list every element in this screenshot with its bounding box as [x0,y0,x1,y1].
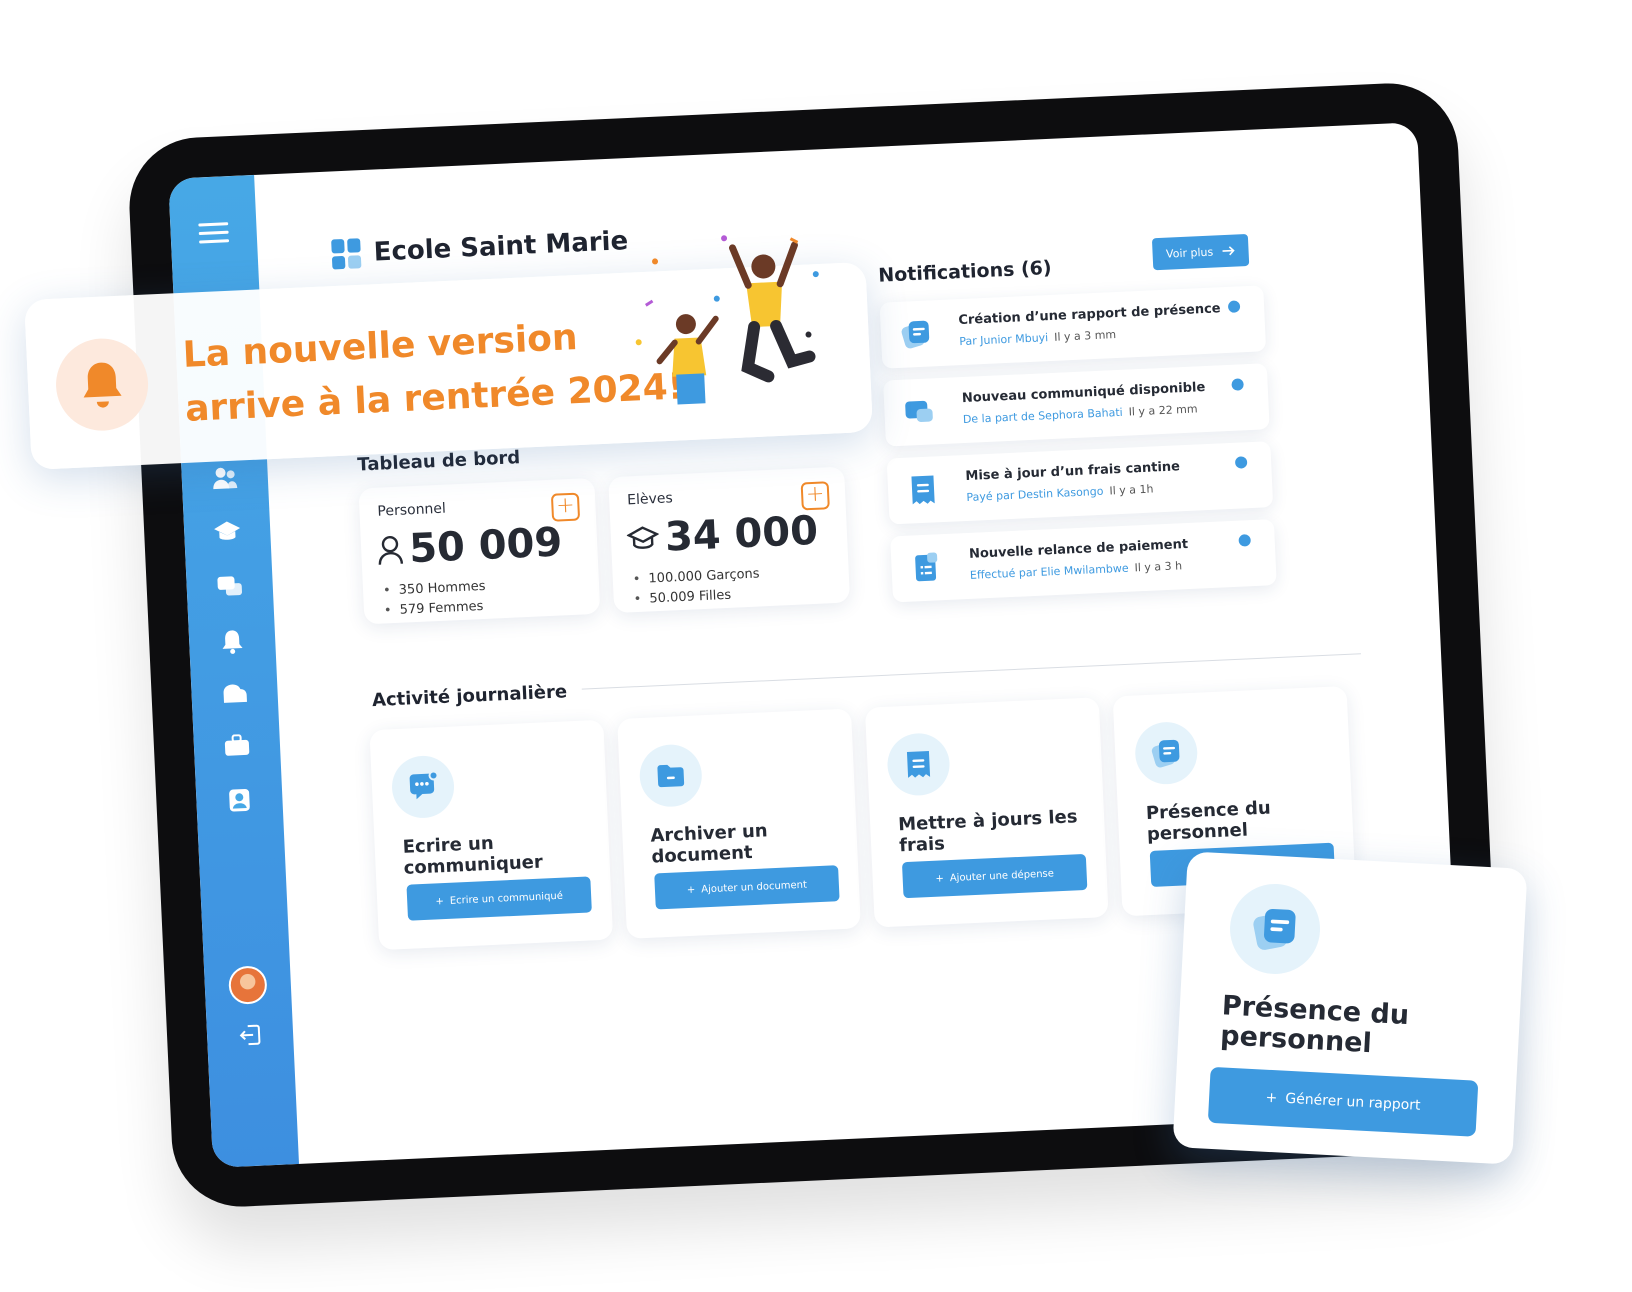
report-icon [1227,881,1323,977]
chat-icon [390,754,456,820]
cloud-folder-icon[interactable] [191,680,278,706]
notification-meta: Effectué par Elie Mwilambwe Il y a 3 h [970,559,1183,582]
button-label: Générer un rapport [1284,1090,1421,1114]
add-expense-button[interactable]: + Ajouter une dépense [901,853,1088,899]
activity-card-fees: Mettre à jours les frais + Ajouter une dé… [864,697,1109,928]
notification-author: De la part de Sephora Bahati [962,405,1123,427]
school-name: Ecole Saint Marie [373,226,629,268]
write-communique-button[interactable]: + Ecrire un communiqué [406,876,592,921]
unread-dot [1238,534,1251,547]
notification-meta: Par Junior Mbuyi Il y a 3 mm [959,328,1116,348]
notification-author: Payé par Destin Kasongo [966,484,1104,504]
activity-title: Mettre à jours les frais [897,806,1078,857]
stat-details: 100.000 Garçons 50.009 Filles [632,564,760,610]
see-more-label: Voir plus [1165,245,1214,261]
stat-value-row: 34 000 [626,508,819,563]
graduation-cap-icon [626,526,660,549]
notification-time: Il y a 3 mm [1053,328,1117,344]
stat-detail: 579 Femmes [384,597,487,622]
celebration-illustration [635,235,819,405]
logout-icon[interactable] [207,1022,294,1048]
stat-value: 34 000 [663,507,819,561]
generate-report-button[interactable]: + Générer un rapport [1207,1066,1479,1137]
list-icon [909,550,945,586]
logo-mark-icon [331,238,362,270]
notification-item[interactable]: Nouveau communiqué disponible De la part… [883,363,1270,447]
plus-icon: + [1265,1089,1278,1107]
notification-title: Nouvelle relance de paiement [968,536,1189,562]
notification-item[interactable]: Création d’une rapport de présence Par J… [879,285,1267,369]
notification-author: Effectué par Elie Mwilambwe [969,561,1129,582]
notification-item[interactable]: Nouvelle relance de paiement Effectué pa… [890,519,1277,603]
bell-icon [54,336,151,433]
unread-dot [1234,456,1248,469]
section-divider [581,653,1361,690]
unread-dot [1227,300,1241,313]
notification-meta: Payé par Destin Kasongo Il y a 1h [966,482,1154,503]
users-icon[interactable] [181,465,268,493]
add-eleve-button[interactable]: + [800,481,830,511]
stat-label: Elèves [626,490,674,509]
notification-time: Il y a 1h [1109,482,1154,498]
activity-title: Présence du personnel [1145,797,1272,846]
stat-card-personnel: Personnel + 50 009 350 Hommes 579 Femmes [358,477,601,625]
stat-details: 350 Hommes 579 Femmes [383,577,487,622]
report-icon [898,316,934,352]
folder-icon [638,743,704,809]
presence-floating-card: Présence du personnel + Générer un rappor… [1172,851,1528,1165]
activity-card-communique: Ecrire un communiquer + Ecrire un communi… [369,719,614,951]
notification-title: Mise à jour d’un frais cantine [965,459,1181,484]
floating-card-title: Présence du personnel [1219,990,1410,1060]
bell-icon[interactable] [189,626,276,656]
arrow-right-icon [1222,246,1235,256]
notification-meta: De la part de Sephora Bahati Il y a 22 mm [963,402,1198,426]
receipt-icon [886,732,951,797]
report-icon [1133,720,1199,786]
notification-author: Par Junior Mbuyi [959,331,1049,349]
stat-card-eleves: Elèves + 34 000 100.000 Garçons 50.009 F… [608,466,851,614]
button-label: Ajouter un document [701,879,808,895]
stat-detail: 50.009 Filles [633,584,761,610]
stat-value: 50 009 [408,519,564,573]
profile-card-icon[interactable] [196,786,283,814]
menu-icon[interactable] [170,219,257,247]
plus-icon: + [435,895,445,907]
notification-title: Création d’une rapport de présence [958,301,1221,329]
notification-time: Il y a 22 mm [1128,402,1198,419]
add-document-button[interactable]: + Ajouter un document [654,865,840,910]
activity-title: Ecrire un communiquer [402,832,544,879]
button-label: Ecrire un communiqué [449,890,564,907]
notification-title: Nouveau communiqué disponible [961,380,1206,407]
message-icon [902,394,938,430]
notification-time: Il y a 3 h [1134,559,1183,575]
user-icon [378,535,404,565]
unread-dot [1231,378,1244,391]
briefcase-icon[interactable] [194,732,281,758]
avatar[interactable] [228,965,268,1005]
stat-value-row: 50 009 [376,519,563,573]
school-logo: Ecole Saint Marie [331,226,629,270]
plus-icon: + [686,884,696,896]
stat-label: Personnel [377,500,447,520]
plus-icon: + [935,872,945,885]
activity-card-archive: Archiver un document + Ajouter un documen… [617,708,861,939]
button-label: Ajouter une dépense [949,867,1055,884]
add-personnel-button[interactable]: + [550,492,581,522]
notifications-title: Notifications (6) [877,256,1053,287]
announcement-text: La nouvelle version arrive à la rentrée … [182,306,686,437]
messages-icon[interactable] [186,573,273,601]
graduation-cap-icon[interactable] [184,519,271,545]
see-more-button[interactable]: Voir plus [1151,233,1250,271]
activity-title: Archiver un document [650,820,769,868]
receipt-icon [905,472,941,508]
notification-item[interactable]: Mise à jour d’un frais cantine Payé par … [886,441,1274,525]
activity-title: Activité journalière [371,681,568,712]
